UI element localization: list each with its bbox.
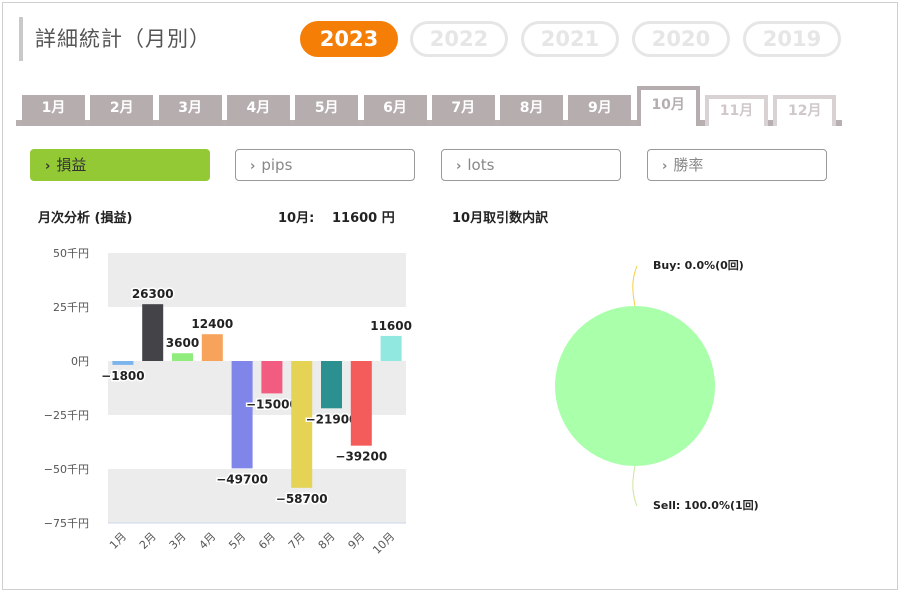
data-label: 11600 — [370, 319, 412, 333]
month-tab-1[interactable]: 1月 — [22, 95, 85, 126]
x-tick-label: 1月 — [107, 530, 129, 552]
bar-chart-title: 月次分析 (損益) — [38, 211, 133, 226]
month-tab-5[interactable]: 5月 — [295, 95, 359, 126]
x-tick-label: 10月 — [370, 530, 397, 557]
data-label: −1800 — [101, 369, 144, 383]
trade-breakdown-pie-chart: Buy: 0.0%(0回) Sell: 100.0%(1回) — [555, 258, 759, 512]
y-tick-label: −25千円 — [44, 409, 89, 422]
bar-3月[interactable] — [172, 353, 193, 361]
pie-label-sell: Sell: 100.0%(1回) — [653, 498, 759, 512]
y-tick-label: −50千円 — [44, 463, 89, 476]
metric-button-pips[interactable]: › pips — [235, 149, 415, 181]
bar-6月[interactable] — [261, 361, 283, 394]
month-tab-4[interactable]: 4月 — [226, 95, 290, 126]
metric-button-pnl[interactable]: › 損益 — [30, 149, 210, 181]
chevron-right-icon: › — [250, 159, 256, 174]
chevron-right-icon: › — [662, 159, 668, 174]
x-tick-label: 6月 — [256, 530, 278, 552]
chevron-right-icon: › — [456, 159, 462, 174]
month-tab-11[interactable]: 11月 — [705, 95, 768, 126]
data-label: 12400 — [191, 317, 233, 331]
x-tick-label: 2月 — [137, 530, 159, 552]
month-tab-12[interactable]: 12月 — [773, 95, 837, 126]
month-tab-8[interactable]: 8月 — [500, 95, 564, 126]
page-title: 詳細統計（月別） — [19, 17, 211, 61]
y-tick-label: 25千円 — [53, 301, 89, 314]
x-tick-label: 5月 — [226, 530, 248, 552]
month-summary-value: 11600 円 — [332, 211, 395, 226]
data-label: −58700 — [276, 492, 328, 506]
x-tick-label: 8月 — [316, 530, 338, 552]
year-tab-2021[interactable]: 2021 — [521, 21, 619, 57]
month-tab-2[interactable]: 2月 — [90, 95, 154, 126]
bar-2月[interactable] — [142, 304, 164, 361]
data-label: −21900 — [306, 412, 358, 426]
metric-button-label: pips — [261, 156, 293, 174]
y-tick-label: 50千円 — [53, 247, 89, 260]
bar-5月[interactable] — [231, 361, 253, 469]
month-tab-3[interactable]: 3月 — [158, 95, 222, 126]
metric-button-label: 勝率 — [673, 156, 704, 174]
connector-sell — [632, 465, 638, 507]
connector-buy — [632, 265, 638, 307]
year-tab-2022[interactable]: 2022 — [410, 21, 508, 57]
year-tab-2020[interactable]: 2020 — [632, 21, 730, 57]
bar-8月[interactable] — [321, 361, 342, 409]
x-tick-label: 4月 — [197, 530, 219, 552]
monthly-pnl-bar-chart: 50千円 25千円 0円 −25千円 −50千円 −75千円 −1800 1月 26300 2月 3… — [44, 247, 414, 557]
bar-9月[interactable] — [350, 361, 372, 446]
year-tab-2019[interactable]: 2019 — [743, 21, 841, 57]
x-tick-label: 9月 — [346, 530, 368, 552]
month-tab-6[interactable]: 6月 — [363, 95, 427, 126]
month-tabs: 1月 2月 3月 4月 5月 6月 7月 8月 9月 10月 11月 12月 — [16, 86, 842, 126]
data-label: −49700 — [216, 472, 268, 486]
chevron-right-icon: › — [45, 159, 51, 174]
data-label: 3600 — [166, 336, 199, 350]
pie-label-buy: Buy: 0.0%(0回) — [653, 258, 744, 272]
year-tab-2023[interactable]: 2023 — [300, 21, 398, 57]
pie-slice-sell[interactable] — [555, 306, 715, 466]
metric-button-label: lots — [467, 156, 495, 174]
pie-chart-title: 10月取引数内訳 — [452, 211, 549, 226]
x-tick-label: 3月 — [167, 530, 189, 552]
data-label: −15000 — [246, 397, 298, 411]
month-tab-10[interactable]: 10月 — [636, 86, 700, 126]
metric-button-label: 損益 — [56, 156, 87, 174]
x-tick-label: 7月 — [286, 530, 308, 552]
month-summary-label: 10月: — [278, 211, 315, 226]
month-tab-7[interactable]: 7月 — [431, 95, 495, 126]
data-label: −39200 — [335, 450, 387, 464]
y-tick-label: −75千円 — [44, 517, 89, 530]
y-tick-label: 0円 — [71, 355, 89, 368]
bar-10月[interactable] — [380, 335, 402, 361]
bar-1月[interactable] — [112, 361, 134, 365]
data-label: 26300 — [132, 287, 174, 301]
bar-4月[interactable] — [201, 334, 223, 361]
month-tab-9[interactable]: 9月 — [568, 95, 632, 126]
metric-button-winrate[interactable]: › 勝率 — [647, 149, 827, 181]
metric-button-lots[interactable]: › lots — [441, 149, 621, 181]
